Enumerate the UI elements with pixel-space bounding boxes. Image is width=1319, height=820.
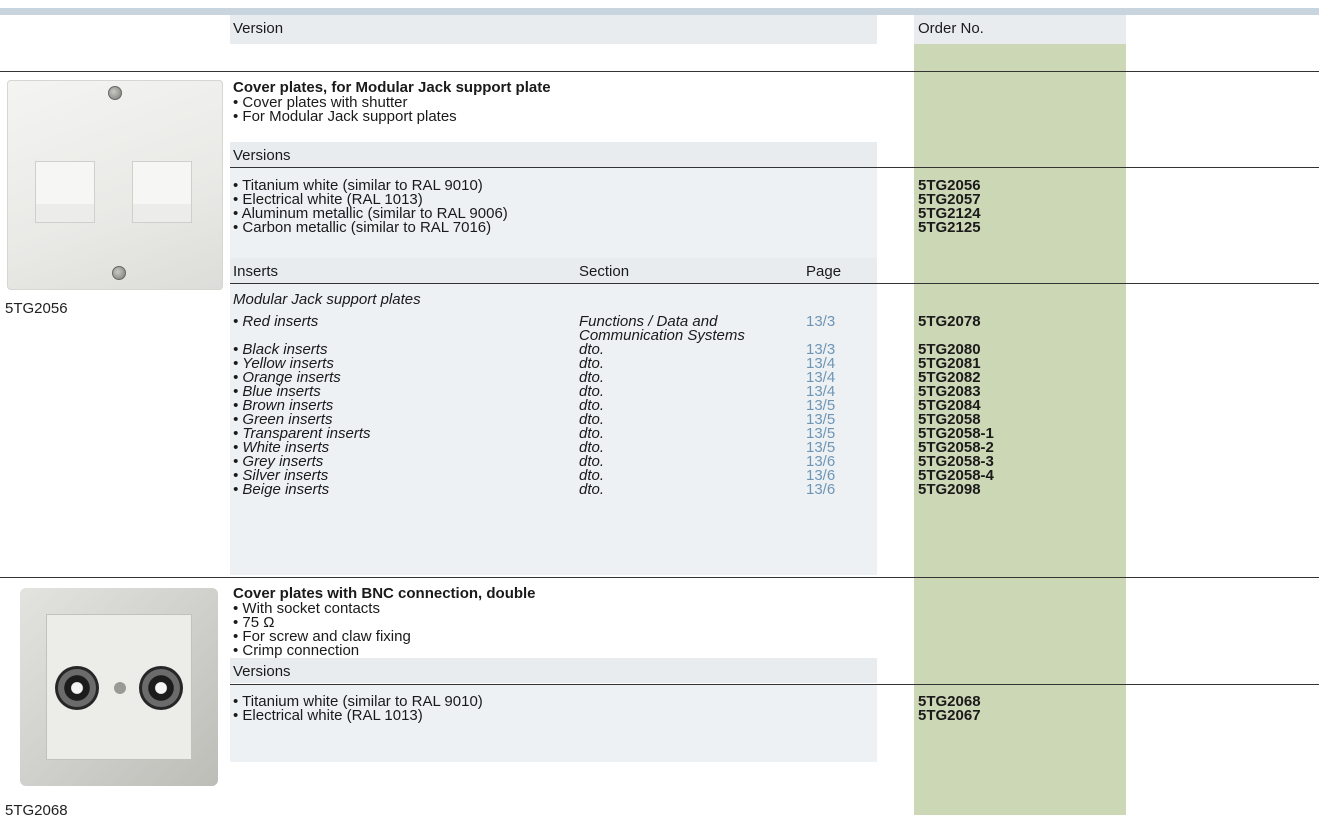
image-caption: 5TG2068 xyxy=(5,802,68,819)
screw-icon xyxy=(108,86,122,100)
jack-slot xyxy=(35,161,95,223)
insert-label: • Red inserts xyxy=(233,313,319,330)
insert-label: • Beige inserts xyxy=(233,481,330,498)
product-image-bnc-plate xyxy=(20,588,218,786)
section-header: Section xyxy=(579,263,630,280)
insert-page-link[interactable]: 13/3 xyxy=(806,314,835,329)
insert-section: dto. xyxy=(579,481,605,498)
order-number: 5TG2125 xyxy=(918,219,981,236)
insert-page-link[interactable]: 13/6 xyxy=(806,482,835,497)
version-label: • Electrical white (RAL 1013) xyxy=(233,707,423,724)
header-order-no: Order No. xyxy=(918,20,984,37)
version-label: • Carbon metallic (similar to RAL 7016) xyxy=(233,219,492,236)
jack-slot xyxy=(132,161,192,223)
inserts-header-band xyxy=(230,258,877,283)
versions-label: Versions xyxy=(233,663,291,680)
product-image-cover-plate xyxy=(7,80,223,290)
versions-header-band xyxy=(230,142,877,167)
plate-face xyxy=(46,614,192,760)
order-number: 5TG2078 xyxy=(918,313,981,330)
order-number: 5TG2098 xyxy=(918,481,981,498)
section-divider xyxy=(0,577,1319,578)
top-rule xyxy=(0,8,1319,15)
feature-bullet: • For Modular Jack support plates xyxy=(233,108,457,125)
bnc-connector-icon xyxy=(139,666,183,710)
versions-label: Versions xyxy=(233,147,291,164)
bnc-connector-icon xyxy=(55,666,99,710)
feature-bullet: • Crimp connection xyxy=(233,642,360,659)
image-caption: 5TG2056 xyxy=(5,300,68,317)
versions-header-band xyxy=(230,658,877,683)
section-title: Cover plates with BNC connection, double xyxy=(233,585,536,602)
screw-icon xyxy=(112,266,126,280)
order-number: 5TG2067 xyxy=(918,707,981,724)
header-band xyxy=(230,15,877,44)
page-header: Page xyxy=(806,263,842,280)
inserts-intro: Modular Jack support plates xyxy=(233,291,421,308)
screw-icon xyxy=(114,682,126,694)
header-version: Version xyxy=(233,20,284,37)
section-title: Cover plates, for Modular Jack support p… xyxy=(233,79,551,96)
section-divider xyxy=(0,71,1319,72)
inserts-header: Inserts xyxy=(233,263,279,280)
